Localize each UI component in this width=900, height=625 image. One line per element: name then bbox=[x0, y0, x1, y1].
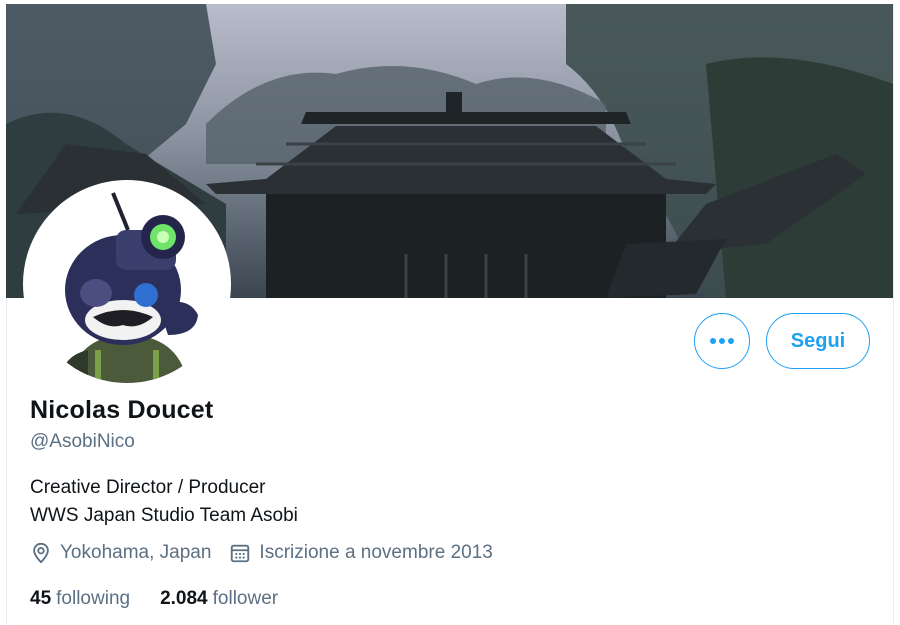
profile-bio: Creative Director / Producer WWS Japan S… bbox=[30, 474, 298, 530]
profile-handle: @AsobiNico bbox=[30, 431, 135, 452]
location-item: Yokohama, Japan bbox=[30, 542, 211, 564]
followers-count: 2.084 bbox=[160, 588, 208, 609]
follow-button[interactable]: Segui bbox=[766, 313, 870, 369]
followers-label: follower bbox=[212, 588, 279, 609]
following-link[interactable]: 45 following bbox=[30, 588, 130, 610]
location-text: Yokohama, Japan bbox=[60, 542, 212, 563]
profile-name: Nicolas Doucet bbox=[30, 396, 214, 424]
profile-avatar[interactable] bbox=[23, 180, 231, 388]
more-options-button[interactable] bbox=[694, 313, 750, 369]
followers-link[interactable]: 2.084 follower bbox=[160, 588, 278, 610]
joined-item: Iscrizione a novembre 2013 bbox=[229, 542, 493, 564]
profile-actions: Segui bbox=[694, 313, 870, 369]
calendar-icon bbox=[231, 544, 250, 563]
bio-line: WWS Japan Studio Team Asobi bbox=[30, 505, 298, 526]
following-count: 45 bbox=[30, 588, 52, 609]
bio-line: Creative Director / Producer bbox=[30, 477, 266, 498]
following-label: following bbox=[56, 588, 131, 609]
profile-meta: Yokohama, Japan Iscrizione a novembre 20… bbox=[30, 542, 511, 564]
joined-text: Iscrizione a novembre 2013 bbox=[259, 542, 493, 563]
location-pin-icon bbox=[33, 542, 49, 564]
profile-stats: 45 following 2.084 follower bbox=[30, 588, 308, 610]
more-dots-icon bbox=[710, 338, 734, 344]
